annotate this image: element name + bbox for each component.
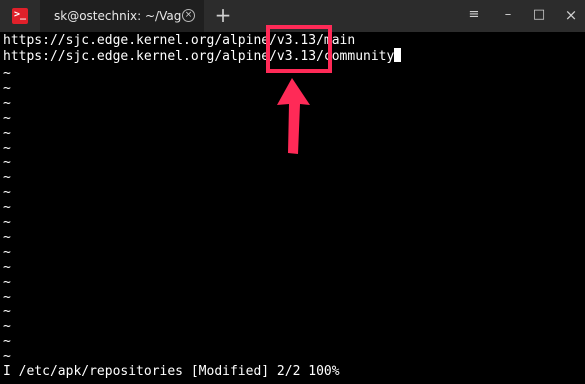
empty-line-marker: ~ xyxy=(3,80,11,96)
minimize-button[interactable]: – xyxy=(499,6,517,24)
empty-line-marker: ~ xyxy=(3,215,11,230)
empty-line-marker: ~ xyxy=(3,229,11,245)
terminal-tab[interactable]: sk@ostechnix: ~/Vagra × xyxy=(40,0,204,32)
editor-status-line: I /etc/apk/repositories [Modified] 2/2 1… xyxy=(3,364,340,379)
empty-line-marker: ~ xyxy=(3,200,11,216)
empty-line-marker: ~ xyxy=(3,140,11,156)
terminal-icon: >_ xyxy=(12,8,28,24)
empty-line-marker: ~ xyxy=(3,125,11,141)
text-cursor xyxy=(394,48,402,62)
terminal-line: https://sjc.edge.kernel.org/alpine/v3.13… xyxy=(3,48,402,64)
empty-line-marker: ~ xyxy=(3,289,11,305)
empty-line-marker: ~ xyxy=(3,244,11,260)
empty-line-marker: ~ xyxy=(3,334,11,350)
tab-title: sk@ostechnix: ~/Vagra xyxy=(54,9,182,23)
arrow-up-icon xyxy=(277,78,310,154)
empty-line-marker: ~ xyxy=(3,304,11,320)
empty-line-marker: ~ xyxy=(3,66,11,81)
empty-line-marker: ~ xyxy=(3,259,11,275)
empty-line-marker: ~ xyxy=(3,274,11,290)
empty-line-marker: ~ xyxy=(3,155,11,171)
empty-line-marker: ~ xyxy=(3,95,11,111)
close-tab-icon[interactable]: × xyxy=(182,9,195,22)
empty-line-marker: ~ xyxy=(3,110,11,126)
menu-button[interactable]: ≡ xyxy=(465,6,483,24)
maximize-button[interactable]: □ xyxy=(530,6,548,24)
close-window-button[interactable]: × xyxy=(562,6,580,24)
new-tab-button[interactable]: + xyxy=(214,5,232,25)
empty-line-marker: ~ xyxy=(3,349,11,365)
empty-line-marker: ~ xyxy=(3,185,11,201)
empty-line-marker: ~ xyxy=(3,170,11,186)
highlight-box xyxy=(266,25,332,73)
empty-line-marker: ~ xyxy=(3,319,11,335)
